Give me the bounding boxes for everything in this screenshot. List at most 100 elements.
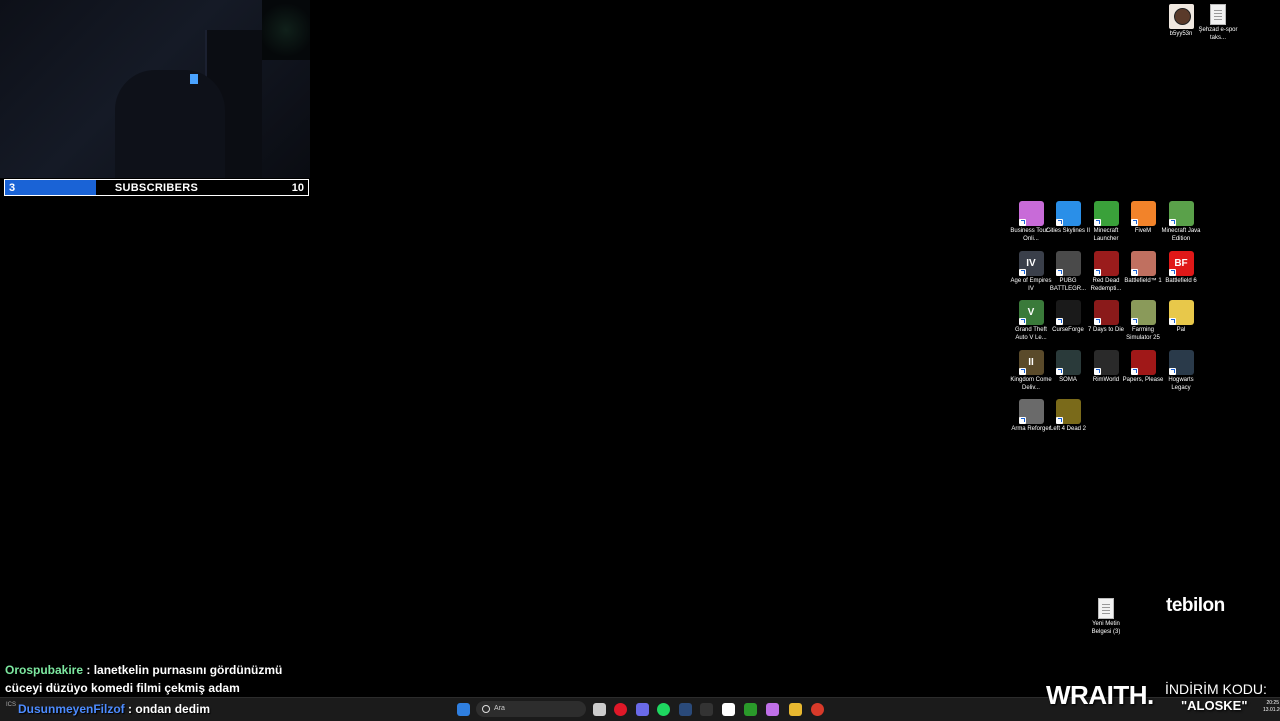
desktop-icon-label: Battlefield 6	[1165, 278, 1197, 284]
opera-icon[interactable]	[614, 703, 627, 716]
desktop-icon-label: Minecraft Java Edition	[1161, 228, 1201, 242]
webcam-light	[190, 74, 198, 84]
shortcut-arrow-icon	[1130, 269, 1138, 276]
shortcut-arrow-icon	[1130, 368, 1138, 375]
app-tile-icon: IV	[1018, 251, 1044, 276]
shortcut-arrow-icon	[1055, 269, 1063, 276]
promo-code: "ALOSKE"	[1181, 698, 1248, 713]
desktop-icon-label: PUBG BATTLEGR...	[1049, 278, 1087, 292]
taskbar-search-box[interactable]: Ara	[476, 701, 586, 717]
start-icon[interactable]	[457, 703, 470, 716]
app-tile-icon: II	[1018, 350, 1044, 375]
desktop-app-icon[interactable]: Left 4 Dead 2	[1046, 399, 1090, 434]
desktop-icon-sehzad-file[interactable]: Şehzad e-spor taks...	[1196, 4, 1240, 42]
discord-icon[interactable]	[636, 703, 649, 716]
webcam-overlay	[0, 0, 310, 178]
app-glyph: V	[1027, 307, 1035, 318]
taskbar-clock[interactable]: 20:25 13.01.2026	[1263, 700, 1280, 714]
subscriber-goal-count: 10	[291, 182, 304, 194]
shortcut-arrow-icon	[1055, 318, 1063, 325]
promo-label: İNDİRİM KODU:	[1165, 681, 1267, 697]
xbox-icon[interactable]	[744, 703, 757, 716]
desktop-icon-label: 7 Days to Die	[1087, 327, 1124, 333]
app-tile-icon	[1093, 350, 1119, 375]
clock-time: 20:25	[1266, 700, 1279, 706]
shortcut-arrow-icon	[1093, 219, 1101, 226]
shortcut-arrow-icon	[1168, 269, 1176, 276]
desktop-icon-label: Farming Simulator 25	[1126, 327, 1160, 341]
shortcut-arrow-icon	[1055, 417, 1063, 424]
shortcut-arrow-icon	[1168, 318, 1176, 325]
desktop-icon-label: b5yy53n	[1169, 31, 1193, 37]
taskbar-user-widget[interactable]: ICS	[6, 702, 16, 708]
app-tile-icon	[1018, 399, 1044, 424]
shortcut-arrow-icon	[1168, 368, 1176, 375]
shortcut-arrow-icon	[1093, 318, 1101, 325]
chat-separator: :	[124, 702, 136, 716]
capcut-icon[interactable]	[722, 703, 735, 716]
chat-text: ondan dedim	[135, 702, 211, 716]
app-tile-icon	[1055, 399, 1081, 424]
desktop-icon-label: Şehzad e-spor taks...	[1198, 27, 1238, 41]
desktop-icon-label: CurseForge	[1052, 327, 1084, 333]
shortcut-arrow-icon	[1018, 417, 1026, 424]
desktop-app-icon[interactable]: Hogwarts Legacy	[1159, 350, 1203, 392]
wraith-logo: WRAITH.	[1046, 680, 1154, 710]
desktop-app-icon[interactable]: Pal	[1159, 300, 1203, 335]
chat-username: Orospubakire	[5, 663, 84, 677]
avatar-icon	[1168, 4, 1194, 29]
app-tile-icon	[1130, 350, 1156, 375]
desktop-app-icon[interactable]: Minecraft Java Edition	[1159, 201, 1203, 243]
chat-separator: :	[83, 663, 94, 677]
desktop-app-icon[interactable]: BF Battlefield 6	[1159, 251, 1203, 286]
desktop-icon-label: Papers, Please	[1122, 377, 1164, 383]
shortcut-arrow-icon	[1018, 269, 1026, 276]
subscriber-label: SUBSCRIBERS	[114, 182, 199, 194]
app-tile-icon	[1130, 251, 1156, 276]
shortcut-arrow-icon	[1018, 368, 1026, 375]
shortcut-arrow-icon	[1018, 318, 1026, 325]
spotify-icon[interactable]	[657, 703, 670, 716]
app-tile-icon	[1018, 201, 1044, 226]
desktop-icon-label: Left 4 Dead 2	[1049, 426, 1087, 432]
steam-icon[interactable]	[679, 703, 692, 716]
shortcut-arrow-icon	[1055, 219, 1063, 226]
desktop-icon-label: RimWorld	[1092, 377, 1120, 383]
desktop-icon-label: Pal	[1176, 327, 1186, 333]
shortcut-arrow-icon	[1018, 219, 1026, 226]
explorer-icon[interactable]	[789, 703, 802, 716]
desktop-icon-label: Arma Reforger	[1011, 426, 1051, 432]
clock-date: 13.01.2026	[1263, 707, 1280, 713]
app-tile-icon	[1055, 251, 1081, 276]
desktop-icon-label: SOMA	[1059, 377, 1077, 383]
epic-icon[interactable]	[700, 703, 713, 716]
desktop-icon-label: Hogwarts Legacy	[1168, 377, 1194, 391]
shortcut-arrow-icon	[1130, 318, 1138, 325]
app-tile-icon	[1130, 300, 1156, 325]
desktop-icon-label: Yeni Metin Belgesi (3)	[1091, 621, 1121, 635]
app-glyph: IV	[1026, 258, 1036, 269]
app-glyph: II	[1028, 357, 1034, 368]
search-icon	[482, 705, 490, 713]
app-tile-icon	[1168, 350, 1194, 375]
shortcut-arrow-icon	[1055, 368, 1063, 375]
webcam-plant	[262, 0, 310, 60]
copilot-icon[interactable]	[766, 703, 779, 716]
app-tile-icon	[1130, 201, 1156, 226]
desktop-icon-yeni-metin-belgesi[interactable]: Yeni Metin Belgesi (3)	[1084, 598, 1128, 636]
shortcut-arrow-icon	[1093, 368, 1101, 375]
desktop-icon-label: FiveM	[1134, 228, 1152, 234]
chat-message: Orospubakire : lanetkelin purnasını görd…	[5, 661, 315, 697]
chrome-icon[interactable]	[811, 703, 824, 716]
app-glyph: BF	[1174, 258, 1188, 269]
tebilon-logo: tebilon	[1166, 595, 1225, 616]
shortcut-arrow-icon	[1093, 269, 1101, 276]
app-tile-icon	[1055, 201, 1081, 226]
app-tile-icon	[1168, 300, 1194, 325]
chat-username: DusunmeyenFilzof	[18, 702, 125, 716]
desktop-icon-label: Red Dead Redempti...	[1090, 278, 1122, 292]
task-view-icon[interactable]	[593, 703, 606, 716]
shortcut-arrow-icon	[1168, 219, 1176, 226]
app-tile-icon	[1093, 251, 1119, 276]
subscriber-goal-bar: 3 SUBSCRIBERS 10	[4, 179, 309, 196]
